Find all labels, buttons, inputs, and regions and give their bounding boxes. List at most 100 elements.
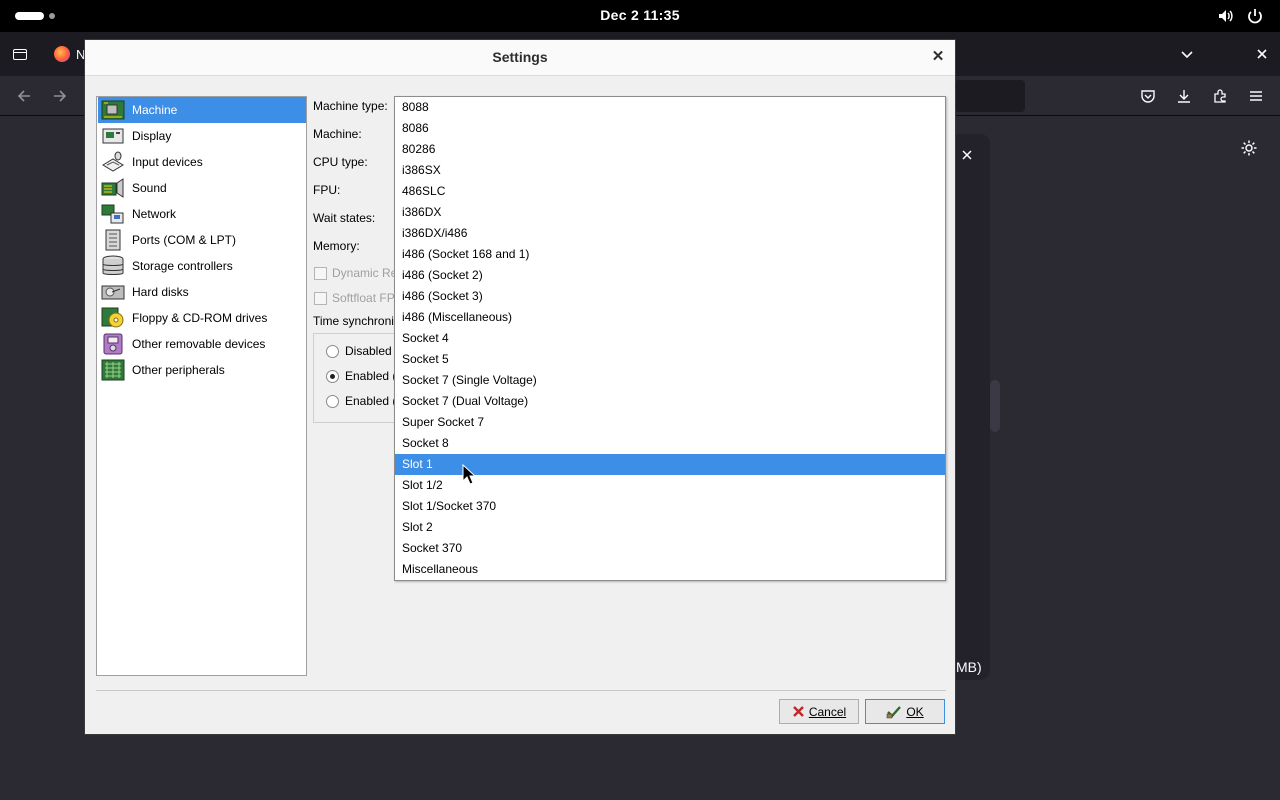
time-sync-disabled-radio[interactable] — [326, 345, 339, 358]
ok-label: OK — [906, 704, 924, 719]
floppy-cdrom-icon — [100, 306, 126, 330]
ports-icon — [100, 228, 126, 252]
list-item[interactable]: Socket 7 (Single Voltage) — [395, 370, 945, 391]
mouse-pointer-icon — [462, 464, 476, 485]
back-icon[interactable] — [16, 88, 32, 104]
dialog-titlebar[interactable]: Settings ✕ — [85, 40, 955, 76]
gear-icon[interactable] — [1240, 139, 1258, 157]
sidebar-item-label: Network — [132, 207, 177, 221]
list-item[interactable]: i486 (Socket 3) — [395, 286, 945, 307]
softfloat-checkbox[interactable] — [314, 292, 327, 305]
list-item[interactable]: 486SLC — [395, 181, 945, 202]
list-item-highlighted[interactable]: Slot 1 — [395, 454, 945, 475]
dynamic-recompiler-checkbox[interactable] — [314, 267, 327, 280]
sidebar-item-label: Floppy & CD-ROM drives — [132, 311, 268, 325]
time-sync-option-label: Disabled — [345, 344, 392, 358]
list-item[interactable]: 8088 — [395, 97, 945, 118]
sidebar-item-label: Ports (COM & LPT) — [132, 233, 237, 247]
machine-label: Machine: — [313, 127, 362, 141]
dialog-title: Settings — [492, 49, 548, 65]
fpu-label: FPU: — [313, 183, 341, 197]
storage-controllers-icon — [100, 254, 126, 278]
list-item[interactable]: Slot 1/2 — [395, 475, 945, 496]
close-icon[interactable]: ✕ — [930, 49, 946, 65]
list-item[interactable]: Socket 370 — [395, 538, 945, 559]
list-item[interactable]: i386DX — [395, 202, 945, 223]
sidebar-item-storage-controllers[interactable]: Storage controllers — [98, 253, 306, 279]
power-icon[interactable] — [1246, 7, 1264, 25]
pocket-icon[interactable] — [1140, 88, 1156, 104]
list-item[interactable]: Socket 7 (Dual Voltage) — [395, 391, 945, 412]
url-bar[interactable] — [955, 80, 1025, 112]
list-item[interactable]: i486 (Socket 168 and 1) — [395, 244, 945, 265]
list-item[interactable]: i486 (Miscellaneous) — [395, 307, 945, 328]
sidebar-item-label: Sound — [132, 181, 167, 195]
tab-overview-icon[interactable] — [12, 46, 28, 62]
sidebar-item-ports[interactable]: Ports (COM & LPT) — [98, 227, 306, 253]
list-item[interactable]: i386SX — [395, 160, 945, 181]
ok-button[interactable]: OK — [865, 699, 945, 724]
cancel-button[interactable]: Cancel — [779, 699, 859, 724]
sidebar-item-display[interactable]: Display — [98, 123, 306, 149]
sidebar-item-input-devices[interactable]: Input devices — [98, 149, 306, 175]
sidebar-item-floppy-cdrom[interactable]: Floppy & CD-ROM drives — [98, 305, 306, 331]
volume-icon[interactable] — [1217, 7, 1235, 25]
time-sync-enabled-local-radio[interactable] — [326, 370, 339, 383]
list-item[interactable]: Super Socket 7 — [395, 412, 945, 433]
ok-checkmark-icon — [887, 705, 902, 718]
hard-disk-icon — [100, 280, 126, 304]
list-item[interactable]: i486 (Socket 2) — [395, 265, 945, 286]
memory-label: Memory: — [313, 239, 360, 253]
sidebar-item-label: Hard disks — [132, 285, 189, 299]
time-sync-enabled-utc-radio[interactable] — [326, 395, 339, 408]
sidebar-item-label: Input devices — [132, 155, 203, 169]
downloads-icon[interactable] — [1176, 88, 1192, 104]
panel-close-icon[interactable] — [961, 149, 973, 161]
cpu-type-label: CPU type: — [313, 155, 368, 169]
machine-type-dropdown-list[interactable]: 8088 8086 80286 i386SX 486SLC i386DX i38… — [394, 96, 946, 581]
sidebar-item-network[interactable]: Network — [98, 201, 306, 227]
sidebar-item-hard-disks[interactable]: Hard disks — [98, 279, 306, 305]
time-sync-option-label: Enabled ( — [345, 394, 397, 408]
time-sync-label: Time synchroni — [313, 314, 394, 328]
wait-states-label: Wait states: — [313, 211, 376, 225]
sidebar-item-label: Machine — [132, 103, 178, 117]
clock[interactable]: Dec 2 11:35 — [0, 7, 1280, 23]
list-item[interactable]: Slot 1/Socket 370 — [395, 496, 945, 517]
close-window-icon[interactable] — [1255, 47, 1269, 61]
divider — [96, 690, 946, 691]
sidebar-item-removable-devices[interactable]: Other removable devices — [98, 331, 306, 357]
input-devices-icon — [100, 150, 126, 174]
list-item[interactable]: Miscellaneous — [395, 559, 945, 580]
background-scrollbar[interactable] — [990, 380, 1000, 432]
display-icon — [100, 124, 126, 148]
list-item[interactable]: 80286 — [395, 139, 945, 160]
list-item[interactable]: Socket 5 — [395, 349, 945, 370]
removable-device-icon — [100, 332, 126, 356]
softfloat-label: Softfloat FP — [332, 291, 395, 305]
sound-icon — [100, 176, 126, 200]
peripherals-icon — [100, 358, 126, 382]
list-item[interactable]: Socket 4 — [395, 328, 945, 349]
menu-icon[interactable] — [1248, 88, 1264, 104]
sidebar-item-label: Display — [132, 129, 172, 143]
sidebar-item-label: Other removable devices — [132, 337, 266, 351]
background-size-text: MB) — [956, 659, 982, 675]
network-icon — [100, 202, 126, 226]
list-item[interactable]: i386DX/i486 — [395, 223, 945, 244]
machine-icon — [100, 98, 126, 122]
sidebar-item-machine[interactable]: Machine — [98, 97, 306, 123]
sidebar-item-label: Other peripherals — [132, 363, 225, 377]
extensions-icon[interactable] — [1212, 88, 1228, 104]
list-item[interactable]: Slot 2 — [395, 517, 945, 538]
sidebar-item-sound[interactable]: Sound — [98, 175, 306, 201]
list-item[interactable]: 8086 — [395, 118, 945, 139]
list-item[interactable]: Socket 8 — [395, 433, 945, 454]
settings-category-list: Machine Display Input devices Sound Netw… — [96, 96, 307, 676]
list-tabs-icon[interactable] — [1180, 47, 1194, 61]
forward-icon[interactable] — [52, 88, 68, 104]
background-panel — [956, 134, 990, 680]
sidebar-item-label: Storage controllers — [132, 259, 233, 273]
cancel-label: Cancel — [808, 704, 847, 719]
sidebar-item-other-peripherals[interactable]: Other peripherals — [98, 357, 306, 383]
